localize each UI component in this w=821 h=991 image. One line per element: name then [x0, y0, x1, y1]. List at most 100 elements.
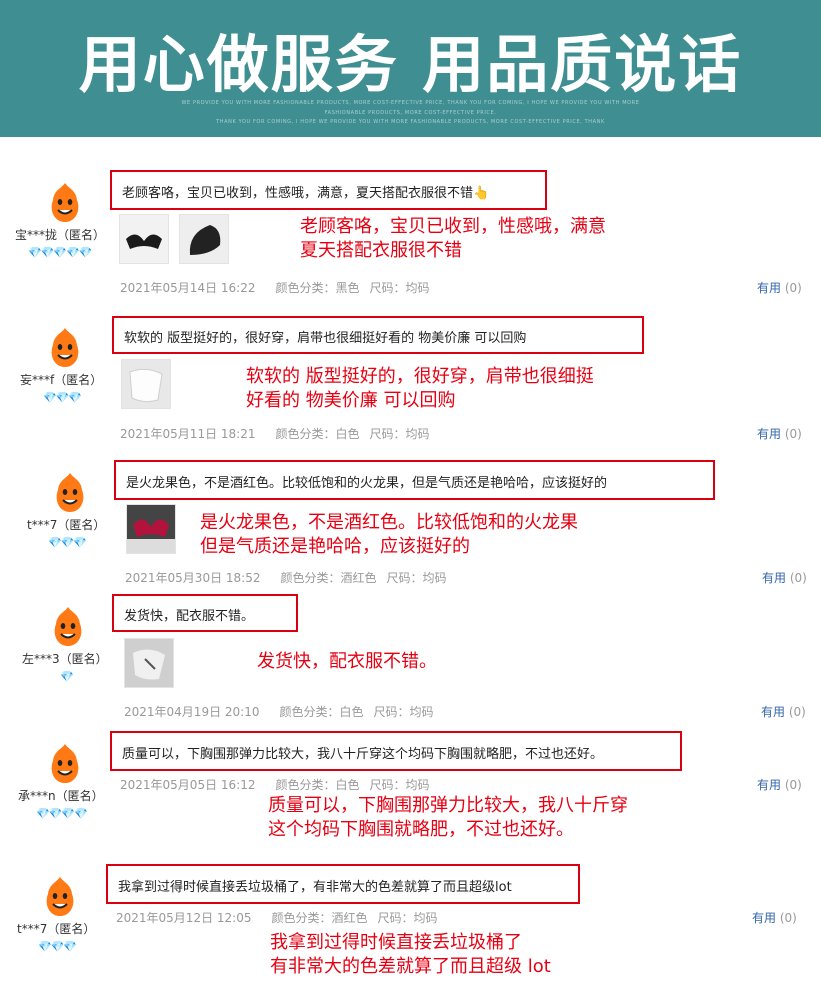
review-date: 2021年05月14日 16:22 [120, 281, 256, 295]
annotation-line-1: 老顾客咯，宝贝已收到，性感哦，满意 [300, 216, 606, 237]
useful-label: 有用 [757, 427, 782, 441]
avatar[interactable] [46, 604, 90, 648]
photo-white-bra-icon [122, 360, 170, 408]
avatar-mascot-icon [46, 877, 74, 916]
username[interactable]: 承***n（匿名） [18, 787, 104, 804]
banner-subtitle-line-2: FASHIONABLE PRODUCTS, MORE COST-EFFECTIV… [324, 110, 497, 116]
color-option: 颜色分类：黑色 [275, 281, 360, 295]
reputation-gems: 💎💎💎💎💎 [28, 246, 92, 259]
review-date: 2021年05月12日 12:05 [116, 911, 252, 925]
comment-text-box: 我拿到过得时候直接丢垃圾桶了，有非常大的色差就算了而且超级lot [106, 864, 580, 904]
useful-button[interactable]: 有用 (0) [752, 909, 797, 926]
review-date: 2021年05月30日 18:52 [125, 571, 261, 585]
comment-text: 是火龙果色，不是酒红色。比较低饱和的火龙果，但是气质还是艳哈哈，应该挺好的 [126, 476, 608, 491]
avatar[interactable] [48, 470, 92, 514]
avatar-mascot-icon [56, 473, 84, 512]
color-option: 颜色分类：白色 [275, 427, 360, 441]
annotation-line-2: 夏天搭配衣服很不错 [300, 240, 462, 261]
review-photo-thumbnail[interactable] [121, 359, 171, 409]
useful-label: 有用 [761, 705, 786, 719]
useful-count: (0) [788, 705, 806, 719]
useful-button[interactable]: 有用 (0) [757, 776, 802, 793]
comment-text: 软软的 版型挺好的，很好穿，肩带也很细挺好看的 物美价廉 可以回购 [124, 331, 527, 346]
size-option: 尺码：均码 [369, 427, 430, 441]
avatar-mascot-icon [51, 744, 79, 783]
banner-subtitle-line-1: WE PROVIDE YOU WITH MORE FASHIONABLE PRO… [181, 100, 640, 106]
reputation-gems: 💎💎💎 [48, 536, 87, 549]
review-date: 2021年05月11日 18:21 [120, 427, 256, 441]
color-option: 颜色分类：酒红色 [271, 911, 368, 925]
comment-text: 我拿到过得时候直接丢垃圾桶了，有非常大的色差就算了而且超级lot [118, 880, 512, 895]
useful-button[interactable]: 有用 (0) [757, 425, 802, 442]
reputation-gems: 💎💎💎 [43, 391, 82, 404]
comment-text-box: 质量可以，下胸围那弹力比较大，我八十斤穿这个均码下胸围就略肥，不过也还好。 [110, 731, 682, 771]
reputation-gems: 💎💎💎💎 [36, 807, 88, 820]
review-photo-thumbnail[interactable] [124, 638, 174, 688]
comment-text: 发货快，配衣服不错。 [124, 609, 255, 624]
username[interactable]: 宝***拢（匿名） [15, 226, 105, 243]
comment-text-box: 老顾客咯，宝贝已收到，性感哦，满意，夏天搭配衣服很不错👆 [110, 170, 547, 210]
review-meta: 2021年05月11日 18:21 颜色分类：白色 尺码：均码 [120, 425, 430, 442]
annotation-line-1: 软软的 版型挺好的，很好穿，肩带也很细挺 [246, 366, 594, 387]
review-meta: 2021年05月30日 18:52 颜色分类：酒红色 尺码：均码 [125, 569, 447, 586]
annotation-line-2: 好看的 物美价廉 可以回购 [246, 390, 456, 411]
avatar-mascot-icon [54, 607, 82, 646]
reputation-gems: 💎💎💎 [38, 940, 77, 953]
avatar[interactable] [43, 741, 87, 785]
username[interactable]: 左***3（匿名） [22, 650, 108, 667]
comment-text: 质量可以，下胸围那弹力比较大，我八十斤穿这个均码下胸围就略肥，不过也还好。 [122, 747, 604, 762]
useful-button[interactable]: 有用 (0) [761, 703, 806, 720]
banner-title: 用心做服务 用品质说话 [78, 28, 743, 101]
avatar[interactable] [43, 180, 87, 224]
useful-label: 有用 [757, 281, 782, 295]
useful-button[interactable]: 有用 (0) [757, 279, 802, 296]
review-meta: 2021年05月12日 12:05 颜色分类：酒红色 尺码：均码 [116, 909, 438, 926]
review-meta: 2021年05月05日 16:12 颜色分类：白色 尺码：均码 [120, 776, 430, 793]
useful-label: 有用 [757, 778, 782, 792]
username[interactable]: 妄***f（匿名） [20, 371, 102, 388]
annotation-line-1: 质量可以，下胸围那弹力比较大，我八十斤穿 [268, 795, 628, 816]
comment-text: 老顾客咯，宝贝已收到，性感哦，满意，夏天搭配衣服很不错👆 [122, 186, 490, 201]
size-option: 尺码：均码 [386, 571, 447, 585]
useful-button[interactable]: 有用 (0) [762, 569, 807, 586]
comment-text-box: 是火龙果色，不是酒红色。比较低饱和的火龙果，但是气质还是艳哈哈，应该挺好的 [114, 460, 715, 500]
size-option: 尺码：均码 [369, 281, 430, 295]
photo-black-bra-icon [180, 215, 228, 263]
photo-black-bra-icon [120, 215, 168, 263]
annotation-line-1: 是火龙果色，不是酒红色。比较低饱和的火龙果 [200, 512, 578, 533]
annotation-line-2: 但是气质还是艳哈哈，应该挺好的 [200, 536, 470, 557]
avatar-mascot-icon [51, 328, 79, 367]
useful-count: (0) [784, 778, 802, 792]
review-photo-thumbnail[interactable] [179, 214, 229, 264]
useful-count: (0) [784, 427, 802, 441]
review-date: 2021年05月05日 16:12 [120, 778, 256, 792]
banner: 用心做服务 用品质说话 WE PROVIDE YOU WITH MORE FAS… [0, 0, 821, 137]
annotation-line-1: 我拿到过得时候直接丢垃圾桶了 [270, 932, 522, 953]
photo-white-bra-icon [125, 639, 173, 687]
useful-label: 有用 [762, 571, 787, 585]
size-option: 尺码：均码 [373, 705, 434, 719]
annotation-line-1: 发货快，配衣服不错。 [257, 651, 437, 672]
comment-text-box: 发货快，配衣服不错。 [112, 594, 298, 632]
review-meta: 2021年05月14日 16:22 颜色分类：黑色 尺码：均码 [120, 279, 430, 296]
banner-subtitle-line-3: THANK YOU FOR COMING, I HOPE WE PROVIDE … [216, 119, 605, 125]
color-option: 颜色分类：酒红色 [280, 571, 377, 585]
useful-label: 有用 [752, 911, 777, 925]
annotation-line-2: 有非常大的色差就算了而且超级 lot [270, 956, 551, 977]
useful-count: (0) [784, 281, 802, 295]
avatar[interactable] [43, 325, 87, 369]
color-option: 颜色分类：白色 [279, 705, 364, 719]
avatar[interactable] [38, 874, 82, 918]
annotation-line-2: 这个均码下胸围就略肥，不过也还好。 [268, 819, 574, 840]
username[interactable]: t***7（匿名） [17, 920, 95, 937]
reputation-gems: 💎 [60, 670, 74, 683]
size-option: 尺码：均码 [377, 911, 438, 925]
useful-count: (0) [779, 911, 797, 925]
review-photo-thumbnail[interactable] [119, 214, 169, 264]
comment-text-box: 软软的 版型挺好的，很好穿，肩带也很细挺好看的 物美价廉 可以回购 [112, 316, 644, 354]
review-meta: 2021年04月19日 20:10 颜色分类：白色 尺码：均码 [124, 703, 434, 720]
review-photo-thumbnail[interactable] [126, 504, 176, 554]
avatar-mascot-icon [51, 183, 79, 222]
color-option: 颜色分类：白色 [275, 778, 360, 792]
username[interactable]: t***7（匿名） [27, 516, 105, 533]
